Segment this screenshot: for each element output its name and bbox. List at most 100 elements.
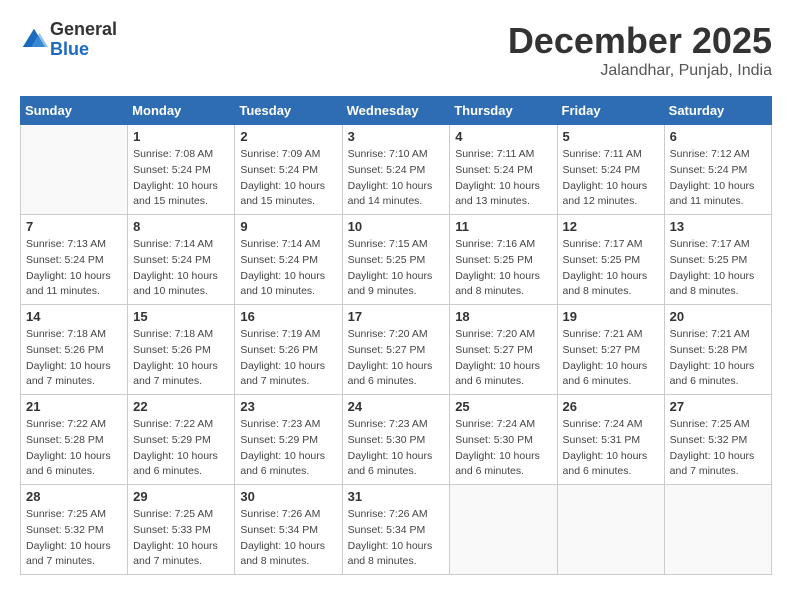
day-info: Sunrise: 7:22 AM Sunset: 5:29 PM Dayligh… — [133, 417, 229, 480]
day-cell — [557, 485, 664, 575]
header-saturday: Saturday — [664, 97, 771, 125]
day-number: 11 — [455, 219, 551, 234]
day-info: Sunrise: 7:15 AM Sunset: 5:25 PM Dayligh… — [348, 237, 445, 300]
day-number: 15 — [133, 309, 229, 324]
day-cell: 19 Sunrise: 7:21 AM Sunset: 5:27 PM Dayli… — [557, 305, 664, 395]
day-cell: 15 Sunrise: 7:18 AM Sunset: 5:26 PM Dayli… — [128, 305, 235, 395]
day-info: Sunrise: 7:23 AM Sunset: 5:30 PM Dayligh… — [348, 417, 445, 480]
day-number: 1 — [133, 129, 229, 144]
day-number: 13 — [670, 219, 766, 234]
header-sunday: Sunday — [21, 97, 128, 125]
page-header: General Blue December 2025 Jalandhar, Pu… — [20, 20, 772, 80]
logo-icon — [20, 26, 48, 54]
day-cell: 31Sunrise: 7:26 AM Sunset: 5:34 PM Dayli… — [342, 485, 450, 575]
day-info: Sunrise: 7:25 AM Sunset: 5:32 PM Dayligh… — [670, 417, 766, 480]
header-wednesday: Wednesday — [342, 97, 450, 125]
day-number: 23 — [240, 399, 336, 414]
month-title: December 2025 — [508, 20, 772, 62]
day-cell: 24Sunrise: 7:23 AM Sunset: 5:30 PM Dayli… — [342, 395, 450, 485]
day-info: Sunrise: 7:21 AM Sunset: 5:27 PM Dayligh… — [563, 327, 659, 390]
day-info: Sunrise: 7:14 AM Sunset: 5:24 PM Dayligh… — [133, 237, 229, 300]
day-number: 12 — [563, 219, 659, 234]
day-cell: 18 Sunrise: 7:20 AM Sunset: 5:27 PM Dayli… — [450, 305, 557, 395]
day-cell: 25Sunrise: 7:24 AM Sunset: 5:30 PM Dayli… — [450, 395, 557, 485]
day-number: 10 — [348, 219, 445, 234]
day-info: Sunrise: 7:08 AM Sunset: 5:24 PM Dayligh… — [133, 147, 229, 210]
day-cell: 17 Sunrise: 7:20 AM Sunset: 5:27 PM Dayli… — [342, 305, 450, 395]
logo-blue-text: Blue — [50, 40, 117, 60]
day-number: 27 — [670, 399, 766, 414]
day-number: 28 — [26, 489, 122, 504]
week-row-3: 14 Sunrise: 7:18 AM Sunset: 5:26 PM Dayli… — [21, 305, 772, 395]
header-friday: Friday — [557, 97, 664, 125]
day-info: Sunrise: 7:21 AM Sunset: 5:28 PM Dayligh… — [670, 327, 766, 390]
day-cell: 9 Sunrise: 7:14 AM Sunset: 5:24 PM Daylig… — [235, 215, 342, 305]
week-row-4: 21 Sunrise: 7:22 AM Sunset: 5:28 PM Dayli… — [21, 395, 772, 485]
day-info: Sunrise: 7:17 AM Sunset: 5:25 PM Dayligh… — [563, 237, 659, 300]
day-number: 21 — [26, 399, 122, 414]
day-number: 3 — [348, 129, 445, 144]
day-cell: 4 Sunrise: 7:11 AM Sunset: 5:24 PM Daylig… — [450, 125, 557, 215]
day-cell: 20 Sunrise: 7:21 AM Sunset: 5:28 PM Dayli… — [664, 305, 771, 395]
day-cell: 6 Sunrise: 7:12 AM Sunset: 5:24 PM Daylig… — [664, 125, 771, 215]
day-number: 9 — [240, 219, 336, 234]
day-number: 17 — [348, 309, 445, 324]
day-cell: 1 Sunrise: 7:08 AM Sunset: 5:24 PM Daylig… — [128, 125, 235, 215]
day-cell — [664, 485, 771, 575]
day-info: Sunrise: 7:09 AM Sunset: 5:24 PM Dayligh… — [240, 147, 336, 210]
day-cell: 7Sunrise: 7:13 AM Sunset: 5:24 PM Daylig… — [21, 215, 128, 305]
day-info: Sunrise: 7:10 AM Sunset: 5:24 PM Dayligh… — [348, 147, 445, 210]
day-number: 14 — [26, 309, 122, 324]
day-info: Sunrise: 7:18 AM Sunset: 5:26 PM Dayligh… — [133, 327, 229, 390]
header-monday: Monday — [128, 97, 235, 125]
logo: General Blue — [20, 20, 117, 60]
day-number: 8 — [133, 219, 229, 234]
day-info: Sunrise: 7:20 AM Sunset: 5:27 PM Dayligh… — [348, 327, 445, 390]
header-tuesday: Tuesday — [235, 97, 342, 125]
calendar-header-row: SundayMondayTuesdayWednesdayThursdayFrid… — [21, 97, 772, 125]
day-cell: 12 Sunrise: 7:17 AM Sunset: 5:25 PM Dayli… — [557, 215, 664, 305]
day-number: 4 — [455, 129, 551, 144]
day-number: 6 — [670, 129, 766, 144]
day-info: Sunrise: 7:26 AM Sunset: 5:34 PM Dayligh… — [240, 507, 336, 570]
day-number: 26 — [563, 399, 659, 414]
day-info: Sunrise: 7:25 AM Sunset: 5:32 PM Dayligh… — [26, 507, 122, 570]
day-cell: 13Sunrise: 7:17 AM Sunset: 5:25 PM Dayli… — [664, 215, 771, 305]
title-block: December 2025 Jalandhar, Punjab, India — [508, 20, 772, 80]
week-row-5: 28 Sunrise: 7:25 AM Sunset: 5:32 PM Dayli… — [21, 485, 772, 575]
day-number: 16 — [240, 309, 336, 324]
day-cell: 10 Sunrise: 7:15 AM Sunset: 5:25 PM Dayli… — [342, 215, 450, 305]
day-info: Sunrise: 7:20 AM Sunset: 5:27 PM Dayligh… — [455, 327, 551, 390]
day-info: Sunrise: 7:11 AM Sunset: 5:24 PM Dayligh… — [455, 147, 551, 210]
day-cell — [21, 125, 128, 215]
day-cell: 29Sunrise: 7:25 AM Sunset: 5:33 PM Dayli… — [128, 485, 235, 575]
day-cell: 5Sunrise: 7:11 AM Sunset: 5:24 PM Daylig… — [557, 125, 664, 215]
day-cell: 3 Sunrise: 7:10 AM Sunset: 5:24 PM Daylig… — [342, 125, 450, 215]
day-info: Sunrise: 7:23 AM Sunset: 5:29 PM Dayligh… — [240, 417, 336, 480]
day-info: Sunrise: 7:22 AM Sunset: 5:28 PM Dayligh… — [26, 417, 122, 480]
day-cell: 16 Sunrise: 7:19 AM Sunset: 5:26 PM Dayli… — [235, 305, 342, 395]
day-cell: 22Sunrise: 7:22 AM Sunset: 5:29 PM Dayli… — [128, 395, 235, 485]
day-number: 7 — [26, 219, 122, 234]
day-info: Sunrise: 7:19 AM Sunset: 5:26 PM Dayligh… — [240, 327, 336, 390]
day-info: Sunrise: 7:16 AM Sunset: 5:25 PM Dayligh… — [455, 237, 551, 300]
day-info: Sunrise: 7:24 AM Sunset: 5:31 PM Dayligh… — [563, 417, 659, 480]
week-row-2: 7Sunrise: 7:13 AM Sunset: 5:24 PM Daylig… — [21, 215, 772, 305]
day-info: Sunrise: 7:14 AM Sunset: 5:24 PM Dayligh… — [240, 237, 336, 300]
day-number: 2 — [240, 129, 336, 144]
day-cell — [450, 485, 557, 575]
day-number: 20 — [670, 309, 766, 324]
day-number: 29 — [133, 489, 229, 504]
day-info: Sunrise: 7:18 AM Sunset: 5:26 PM Dayligh… — [26, 327, 122, 390]
day-number: 25 — [455, 399, 551, 414]
header-thursday: Thursday — [450, 97, 557, 125]
week-row-1: 1 Sunrise: 7:08 AM Sunset: 5:24 PM Daylig… — [21, 125, 772, 215]
day-number: 19 — [563, 309, 659, 324]
day-cell: 14 Sunrise: 7:18 AM Sunset: 5:26 PM Dayli… — [21, 305, 128, 395]
day-cell: 26 Sunrise: 7:24 AM Sunset: 5:31 PM Dayli… — [557, 395, 664, 485]
day-number: 18 — [455, 309, 551, 324]
day-cell: 8 Sunrise: 7:14 AM Sunset: 5:24 PM Daylig… — [128, 215, 235, 305]
day-number: 30 — [240, 489, 336, 504]
day-number: 31 — [348, 489, 445, 504]
day-info: Sunrise: 7:12 AM Sunset: 5:24 PM Dayligh… — [670, 147, 766, 210]
